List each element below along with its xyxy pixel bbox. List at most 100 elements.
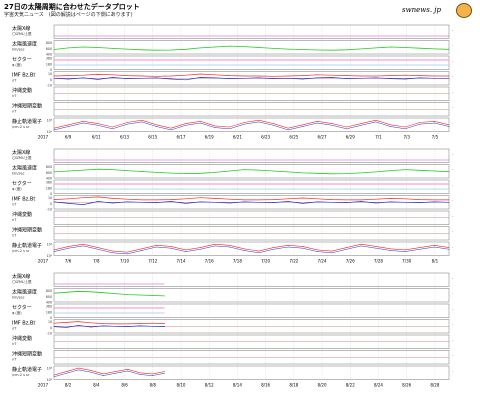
electron-blue-series-point: [53, 129, 55, 131]
bz-series-point: [419, 202, 421, 203]
electron-red-series-point: [243, 248, 245, 250]
row-frame: [53, 24, 450, 39]
bt-series: [53, 196, 449, 201]
electron-blue-series-point: [229, 246, 230, 248]
speed-series-point: [82, 169, 84, 171]
x-tick-label: 8/2: [65, 383, 72, 388]
row-tick-label: 0: [50, 202, 52, 206]
row-label: 静止軌道電子: [12, 366, 42, 373]
row-unit-label: km/sec: [12, 296, 25, 300]
speed-series-point: [126, 170, 128, 171]
speed-series-point: [170, 49, 172, 51]
x-tick-label: 6/19: [205, 135, 214, 140]
bt-series-point: [273, 199, 274, 200]
bt-series-point: [419, 199, 421, 200]
row-tick-label: 600: [46, 47, 52, 51]
electron-blue-series-point: [127, 370, 129, 372]
electron-blue-series-point: [287, 129, 289, 131]
speed-series-point: [390, 170, 391, 171]
electron-red-series-point: [53, 127, 55, 129]
row-right-tick: -: [452, 59, 454, 63]
electron-blue-series-point: [331, 124, 333, 126]
electron-red-series-point: [53, 374, 55, 376]
electron-blue-series-point: [229, 128, 230, 130]
electron-blue-series-point: [360, 124, 362, 126]
bt-series-point: [90, 322, 92, 324]
electron-red-series-point: [360, 243, 362, 245]
electron-red-series-point: [273, 247, 274, 248]
row-right-tick: -: [452, 354, 454, 358]
row-tick-label: 360: [46, 305, 52, 309]
row-frame: [53, 303, 450, 318]
speed-series-point: [90, 291, 92, 293]
bt-series-point: [185, 74, 187, 76]
row-label: 太陽X線: [12, 273, 30, 280]
row-tick-label: 10: [48, 320, 52, 324]
x-tick-label: 8/16: [261, 383, 270, 388]
bz-series-point: [97, 79, 99, 80]
bz-series-point: [214, 77, 216, 79]
bz-series-point: [82, 77, 84, 79]
bz-series-point: [448, 201, 450, 203]
row-unit-label: 〇IZMU上限: [12, 31, 32, 36]
electron-blue-series-point: [316, 251, 318, 252]
electron-blue-series-point: [102, 375, 104, 376]
electron-blue-series-point: [360, 245, 362, 247]
electron-blue-series-point: [434, 246, 435, 248]
electron-red-series-point: [302, 124, 304, 126]
electron-red-series-point: [68, 124, 69, 126]
electron-red-series-point: [53, 249, 55, 251]
electron-blue-series-point: [185, 124, 187, 126]
bz-series-point: [156, 202, 157, 203]
electron-blue-series-point: [419, 123, 421, 125]
bt-series-point: [302, 75, 304, 76]
electron-red-series-point: [287, 127, 289, 129]
electron-blue-series-point: [170, 129, 172, 131]
bz-series-point: [258, 201, 260, 203]
speed-series-point: [112, 169, 113, 170]
electron-blue-series-point: [390, 250, 391, 251]
x-tick-label: 7/12: [148, 259, 157, 264]
row-unit-label: nT: [12, 218, 17, 222]
x-axis-year: 2017: [38, 383, 49, 388]
bt-series-point: [375, 198, 377, 200]
row-tick-label: 600: [46, 171, 52, 175]
row-right-tick: -: [452, 44, 454, 48]
electron-red-series-point: [258, 250, 260, 252]
electron-blue-series-point: [316, 122, 318, 124]
bt-series-point: [164, 323, 165, 324]
bz-series-point: [127, 326, 129, 327]
bz-series-point: [287, 201, 289, 202]
electron-red-series-point: [214, 125, 216, 127]
electron-red-series-point: [170, 127, 172, 129]
electron-red-series-point: [141, 248, 143, 250]
speed-series-point: [185, 173, 187, 174]
speed-series-point: [448, 48, 450, 50]
bt-series-point: [139, 323, 141, 324]
electron-red-series-point: [273, 123, 274, 124]
bt-series-point: [141, 199, 143, 201]
speed-series-point: [434, 48, 435, 50]
bt-series-point: [214, 74, 216, 76]
bt-series-point: [82, 197, 84, 199]
electron-blue-series-point: [97, 248, 99, 250]
electron-red-series-point: [331, 123, 333, 124]
x-tick-label: 8/10: [176, 383, 185, 388]
electron-red-series-point: [65, 371, 67, 372]
speed-series-point: [273, 48, 274, 49]
electron-blue-series-point: [302, 247, 304, 249]
row-right-tick: -: [452, 90, 454, 94]
electron-red-series-point: [185, 123, 187, 124]
electron-red-series-point: [302, 246, 304, 247]
row-tick-label: 800: [46, 289, 52, 293]
x-tick-label: 6/15: [148, 135, 157, 140]
bt-series-point: [127, 323, 129, 325]
row-label: 太陽風速度: [12, 289, 37, 296]
electron-blue-series-point: [65, 372, 67, 374]
bz-series-point: [65, 327, 67, 328]
x-tick-label: 8/20: [318, 383, 327, 388]
row-tick-label: 180: [46, 310, 52, 314]
electron-red-series-point: [112, 126, 113, 128]
row-unit-label: nT: [12, 203, 17, 207]
speed-series-point: [243, 169, 245, 170]
